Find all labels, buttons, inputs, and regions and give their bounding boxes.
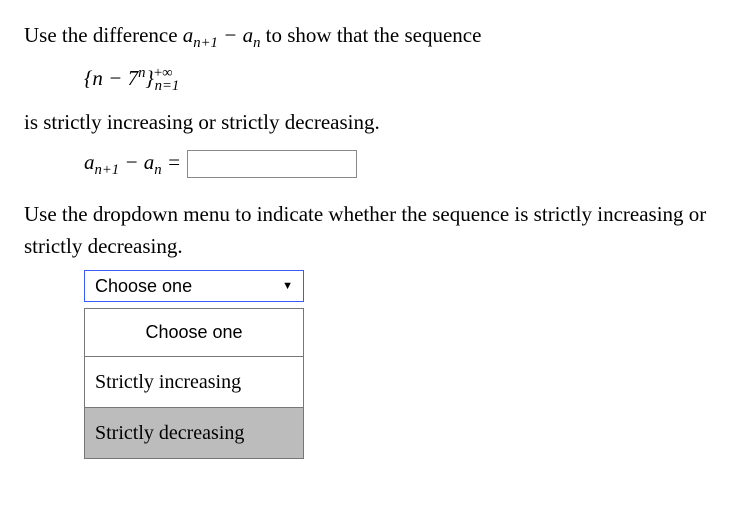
q1-intro-b: to show that the sequence bbox=[260, 23, 481, 47]
answer-row: an+1 − an = bbox=[84, 147, 723, 181]
chevron-down-icon: ▼ bbox=[282, 278, 293, 295]
dropdown-option-increasing[interactable]: Strictly increasing bbox=[85, 357, 303, 408]
sequence-expression: {n − 7n}+∞n=1 bbox=[84, 62, 723, 97]
difference-expression: an+1 − an bbox=[183, 23, 261, 47]
question-1-line-1: Use the difference an+1 − an to show tha… bbox=[24, 20, 723, 54]
dropdown-list: Choose one Strictly increasing Strictly … bbox=[84, 308, 304, 459]
q1-intro-a: Use the difference bbox=[24, 23, 183, 47]
sequence-type-dropdown[interactable]: Choose one ▼ Choose one Strictly increas… bbox=[84, 270, 304, 459]
dropdown-option-decreasing[interactable]: Strictly decreasing bbox=[85, 408, 303, 458]
dropdown-selected-label: Choose one bbox=[95, 273, 192, 300]
difference-answer-input[interactable] bbox=[187, 150, 357, 178]
dropdown-selected[interactable]: Choose one ▼ bbox=[84, 270, 304, 302]
answer-lhs: an+1 − an = bbox=[84, 147, 181, 181]
question-2-text: Use the dropdown menu to indicate whethe… bbox=[24, 199, 723, 262]
question-1-line-2: is strictly increasing or strictly decre… bbox=[24, 107, 723, 139]
dropdown-option-placeholder[interactable]: Choose one bbox=[85, 309, 303, 357]
